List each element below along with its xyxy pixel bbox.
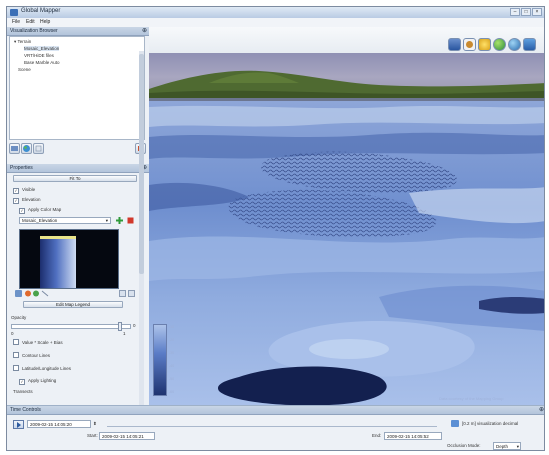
- timeline-track[interactable]: [107, 426, 437, 427]
- color-wheel-icon[interactable]: [33, 290, 39, 297]
- globe-icon: [23, 145, 30, 152]
- lat-long-lines-checkbox[interactable]: Latitude/Longitude Lines: [13, 365, 71, 371]
- end-time-field[interactable]: 2009-02-15 14:05:52: [384, 432, 442, 440]
- start-label: Start:: [87, 433, 98, 438]
- depth-legend: -10 -20 -30 -40 -50 -60: [153, 324, 174, 396]
- color-tool-row: [15, 290, 49, 297]
- units-text: [0.2 m] visualization decimal: [462, 421, 519, 426]
- zoom-icon[interactable]: [523, 38, 536, 51]
- legend-tick: -20: [169, 338, 175, 342]
- legend-tick: -60: [169, 390, 175, 394]
- move-icon[interactable]: [463, 38, 476, 51]
- rotate-icon[interactable]: [478, 38, 491, 51]
- globe-icon[interactable]: [493, 38, 506, 51]
- legend-tick: -10: [169, 325, 175, 329]
- spin-arrows-icon[interactable]: ⬍: [93, 421, 97, 427]
- layers-icon: [35, 145, 42, 152]
- apply-color-map-checkbox[interactable]: ✓ Apply Color Map: [19, 207, 61, 214]
- color-map-select[interactable]: Mosaic_Elevation ▾: [19, 217, 111, 224]
- chevron-down-icon: ▾: [105, 218, 108, 223]
- properties-title: Properties: [10, 165, 33, 171]
- horizon-hills: [149, 70, 544, 99]
- color-map-value: Mosaic_Elevation: [22, 218, 58, 223]
- collapse-icon[interactable]: [128, 290, 135, 297]
- opacity-max: 1: [123, 331, 126, 336]
- viz-browser-title: Visualization Browser: [10, 28, 58, 34]
- value-scale-checkbox[interactable]: Value * Scale + Bias: [13, 339, 63, 345]
- chevron-down-icon: ▾: [516, 444, 519, 449]
- reset-icon[interactable]: [41, 290, 49, 297]
- viewport-toolbar: [149, 27, 544, 53]
- app-icon: [10, 9, 18, 16]
- add-icon: [11, 146, 18, 151]
- tree-item-base-marble[interactable]: Base Marble Auto: [24, 60, 60, 65]
- contour-lines-checkbox[interactable]: Contour Lines: [13, 352, 50, 358]
- menu-help[interactable]: Help: [40, 19, 50, 25]
- globe-button[interactable]: [21, 143, 32, 154]
- add-icon[interactable]: [115, 216, 124, 225]
- earth-icon[interactable]: [508, 38, 521, 51]
- color-gradient: [40, 236, 76, 288]
- paint-icon[interactable]: [25, 290, 31, 297]
- occlusion-select[interactable]: Depth ▾: [493, 442, 521, 450]
- minimize-button[interactable]: –: [510, 8, 520, 16]
- window-title: Global Mapper: [21, 8, 61, 14]
- properties-scrollbar[interactable]: [139, 51, 144, 405]
- viz-browser-header: Visualization Browser ⊕: [7, 27, 149, 36]
- occlusion-label: Occlusion Mode:: [447, 443, 481, 448]
- tree-item-terrain[interactable]: ▾ Terrain: [14, 39, 31, 45]
- time-controls-title: Time Controls: [10, 407, 41, 413]
- time-controls-panel: Time Controls ⊕ 2009-02-15 14:05:20 ⬍ St…: [7, 405, 544, 450]
- color-map-preview: [19, 229, 119, 289]
- tree-item-vrt[interactable]: VRT/HiDE files: [24, 53, 54, 58]
- current-time-field[interactable]: 2009-02-15 14:05:20: [27, 420, 91, 428]
- pin-icon[interactable]: ⊕: [539, 406, 544, 413]
- layers-button[interactable]: [33, 143, 44, 154]
- opacity-min: 0: [11, 331, 14, 336]
- delete-icon[interactable]: [126, 216, 135, 225]
- visible-checkbox[interactable]: ✓ Visible: [13, 187, 35, 194]
- apply-lighting-checkbox[interactable]: ✓ Apply Lighting: [19, 378, 56, 385]
- menu-edit[interactable]: Edit: [26, 19, 35, 25]
- 3d-viewport[interactable]: -10 -20 -30 -40 -50 -60 Data courtesy of…: [149, 27, 544, 405]
- opacity-slider[interactable]: [11, 322, 131, 331]
- terrain-surface: [149, 101, 544, 405]
- properties-panel: Fit To ✓ Visible ✓ Elevation ✓ Apply Color …: [9, 173, 145, 405]
- slider-value: 0: [133, 323, 136, 328]
- legend-tick: -30: [169, 351, 175, 355]
- scroll-thumb[interactable]: [139, 54, 144, 274]
- opacity-label: Opacity: [11, 315, 27, 320]
- occlusion-value: Depth: [496, 444, 509, 449]
- color-band-marker: [40, 236, 76, 239]
- end-label: End:: [372, 433, 382, 438]
- left-panel: Visualization Browser ⊕ ▾ Terrain Mosaic…: [7, 27, 149, 405]
- transects-label: Transects: [13, 389, 33, 394]
- add-layer-button[interactable]: [9, 143, 20, 154]
- data-credit: Data courtesy of the Mapping Group: [439, 396, 504, 401]
- layer-tree[interactable]: ▾ Terrain Mosaic_Elevation VRT/HiDE file…: [9, 36, 145, 140]
- edit-legend-button[interactable]: Edit Map Legend: [23, 301, 123, 308]
- pin-icon[interactable]: ⊕: [142, 27, 147, 34]
- expand-icon[interactable]: [119, 290, 126, 297]
- slider-knob[interactable]: [118, 322, 122, 331]
- properties-header: Properties ⊕: [7, 164, 149, 173]
- legend-tick: -40: [169, 364, 175, 368]
- close-button[interactable]: ×: [532, 8, 542, 16]
- menu-file[interactable]: File: [12, 19, 20, 25]
- start-time-field[interactable]: 2009-02-15 14:05:21: [99, 432, 155, 440]
- play-button[interactable]: [13, 420, 24, 429]
- screen-icon[interactable]: [448, 38, 461, 51]
- legend-tick: -50: [169, 377, 175, 381]
- application-window: Global Mapper – □ × File Edit Help Visua…: [6, 6, 545, 451]
- elevation-checkbox[interactable]: ✓ Elevation: [13, 197, 41, 204]
- tree-item-mosaic[interactable]: Mosaic_Elevation: [24, 46, 60, 51]
- palette-icon[interactable]: [15, 290, 22, 297]
- tree-item-scene[interactable]: Scene: [18, 67, 31, 72]
- tree-button-row: [9, 143, 147, 157]
- maximize-button[interactable]: □: [521, 8, 531, 16]
- fit-to-button[interactable]: Fit To: [13, 175, 137, 182]
- units-icon: [451, 420, 459, 427]
- time-controls-header: Time Controls ⊕: [7, 406, 544, 415]
